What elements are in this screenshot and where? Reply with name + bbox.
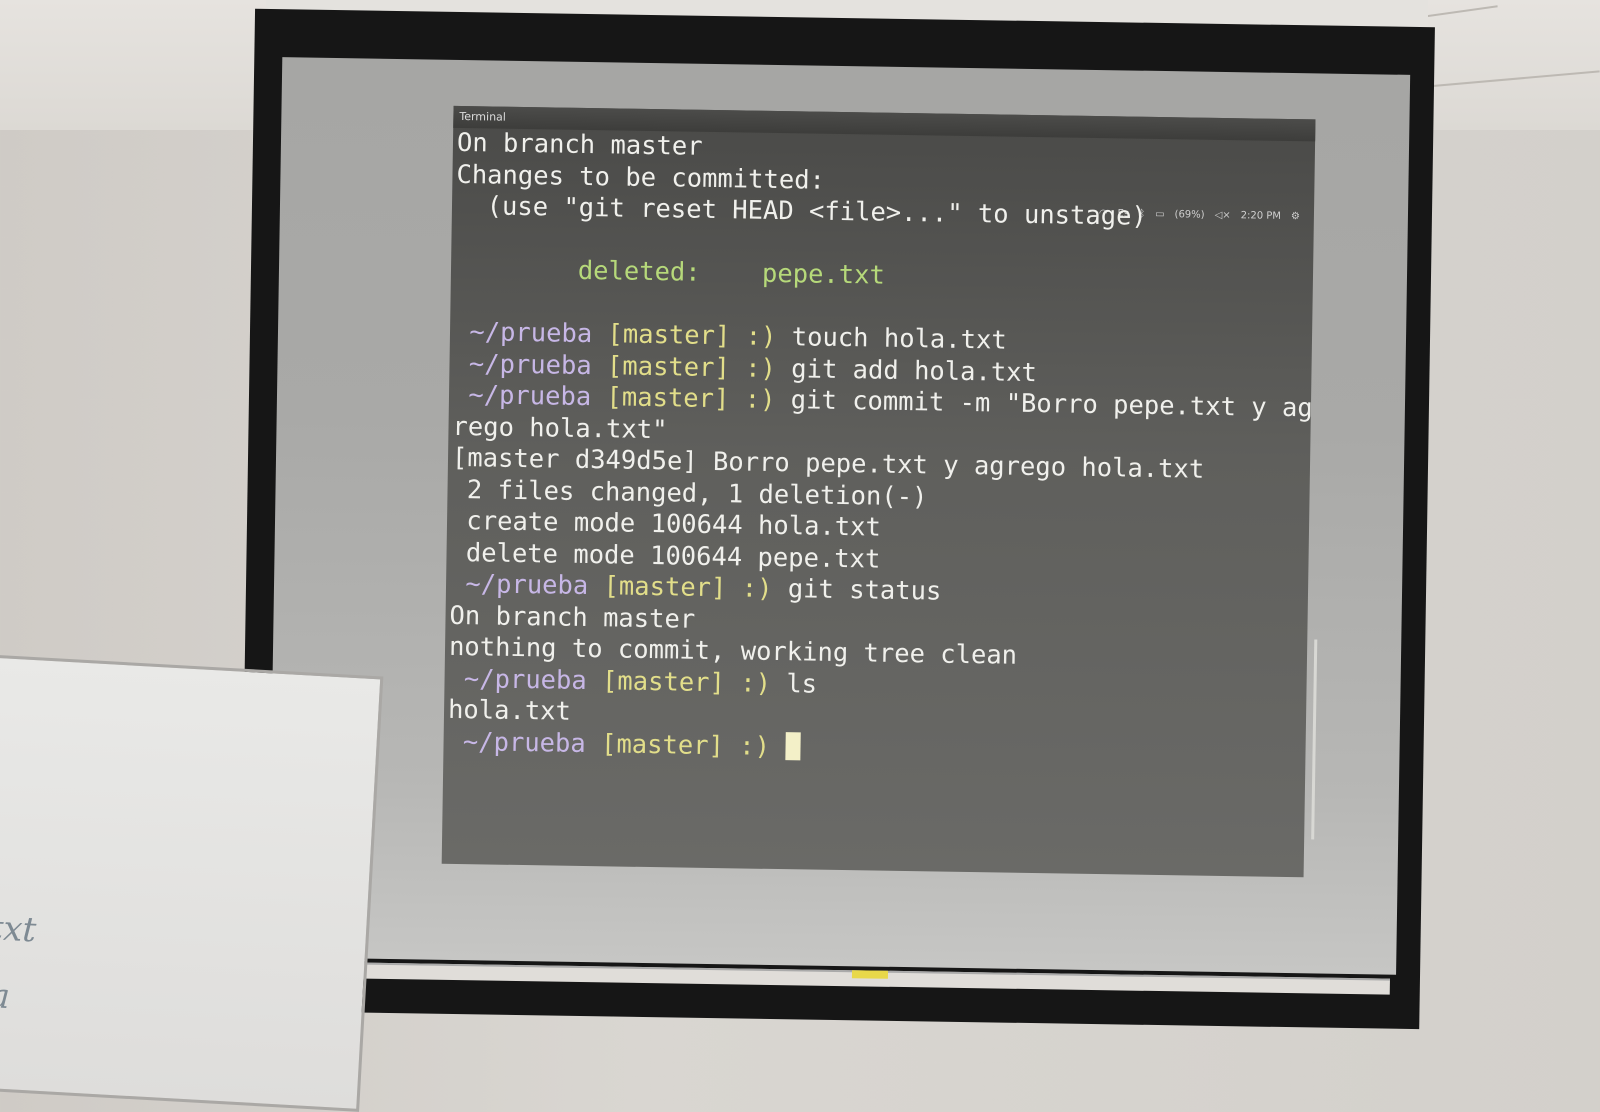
whiteboard-writing: txt bbox=[0, 908, 37, 951]
deleted-file: pepe.txt bbox=[700, 258, 885, 291]
output-text: delete mode 100644 pepe.txt bbox=[450, 537, 880, 574]
output-text: Changes to be committed: bbox=[456, 159, 825, 195]
prompt-path: ~/prueba bbox=[453, 348, 592, 380]
prompt-path: ~/prueba bbox=[453, 380, 592, 412]
output-text: On branch master bbox=[449, 600, 695, 634]
prompt-branch: [master] bbox=[602, 666, 725, 698]
prompt-smiley: :) bbox=[740, 668, 771, 698]
command-text: ls bbox=[786, 669, 817, 699]
output-text: On branch master bbox=[457, 128, 703, 162]
prompt-branch: [master] bbox=[601, 729, 724, 761]
scrollbar[interactable] bbox=[1311, 639, 1317, 839]
prompt-path: ~/prueba bbox=[450, 569, 589, 601]
projector-screen: Terminal ◠ Es ᛒ ▭ (69%) ◁× 2:20 PM ⚙ On … bbox=[239, 9, 1435, 1029]
prompt-smiley: :) bbox=[745, 321, 776, 351]
prompt-path: ~/prueba bbox=[447, 726, 586, 758]
command-text: git status bbox=[788, 574, 942, 606]
screen-pull-handle bbox=[852, 970, 888, 979]
output-text: rego hola.txt" bbox=[452, 411, 667, 444]
prompt-branch: [master] bbox=[606, 382, 729, 414]
prompt-smiley: :) bbox=[742, 573, 773, 603]
prompt-path: ~/prueba bbox=[448, 663, 587, 695]
prompt-smiley: :) bbox=[739, 731, 770, 761]
whiteboard: txt ta bbox=[0, 654, 383, 1112]
command-text: touch hola.txt bbox=[792, 322, 1007, 355]
command-text: git add hola.txt bbox=[791, 354, 1037, 388]
prompt-smiley: :) bbox=[744, 384, 775, 414]
terminal-output[interactable]: On branch masterChanges to be committed:… bbox=[446, 128, 1309, 877]
projected-image: Terminal ◠ Es ᛒ ▭ (69%) ◁× 2:20 PM ⚙ On … bbox=[268, 57, 1410, 975]
prompt-branch: [master] bbox=[607, 319, 730, 351]
terminal-title: Terminal bbox=[459, 110, 506, 124]
output-text: create mode 100644 hola.txt bbox=[451, 506, 881, 543]
prompt-path: ~/prueba bbox=[454, 317, 593, 349]
prompt-branch: [master] bbox=[603, 571, 726, 603]
whiteboard-writing: ta bbox=[0, 975, 11, 1017]
deleted-label: deleted: bbox=[455, 254, 701, 288]
terminal-window: Terminal ◠ Es ᛒ ▭ (69%) ◁× 2:20 PM ⚙ On … bbox=[442, 106, 1316, 877]
prompt-branch: [master] bbox=[607, 351, 730, 383]
cursor bbox=[785, 732, 800, 760]
output-text: hola.txt bbox=[448, 695, 571, 727]
prompt-smiley: :) bbox=[745, 353, 776, 383]
